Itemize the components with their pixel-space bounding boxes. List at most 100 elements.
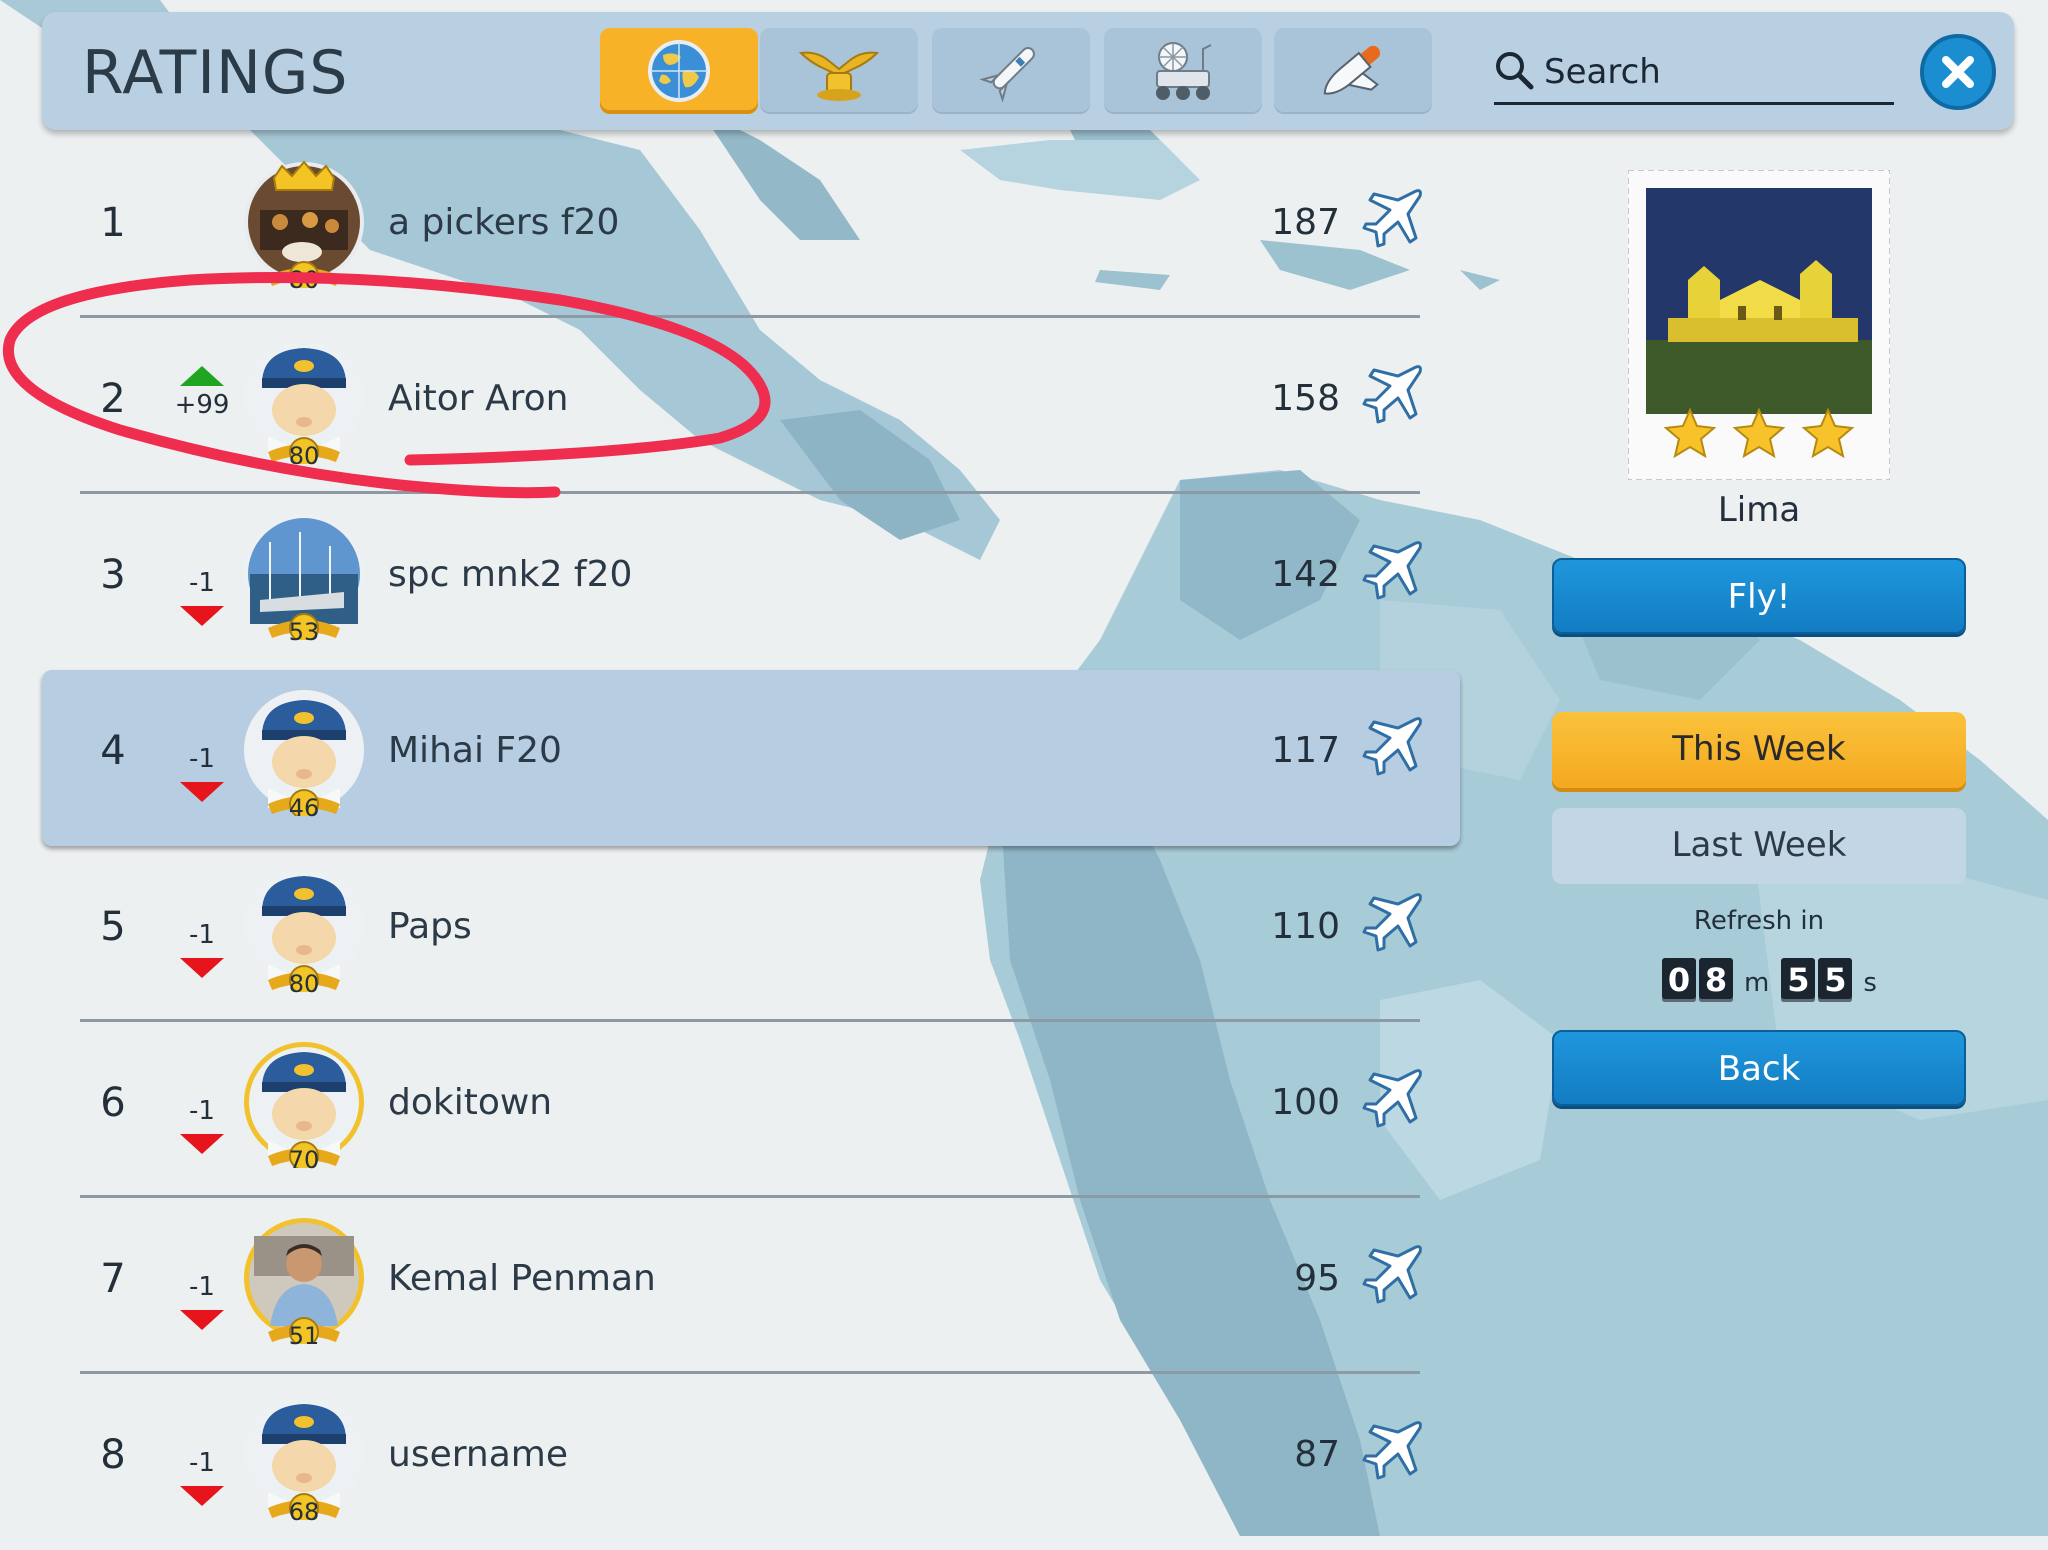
arrow-up-icon xyxy=(180,366,224,386)
tab-rocket[interactable] xyxy=(932,28,1090,114)
player-name: a pickers f20 xyxy=(388,202,620,243)
rank-number: 1 xyxy=(100,200,126,246)
search-icon xyxy=(1496,52,1534,90)
airplane-icon xyxy=(1362,893,1422,952)
rank-change-value: -1 xyxy=(189,920,215,950)
header-bar: RATINGS Search xyxy=(42,12,2014,130)
back-button[interactable]: Back xyxy=(1552,1030,1966,1106)
leaderboard-row[interactable]: 6 -1 dokitown 100 xyxy=(0,1022,1460,1198)
arrow-down-icon xyxy=(180,958,224,978)
player-name: Paps xyxy=(388,906,472,947)
rank-number: 4 xyxy=(100,728,126,774)
city-stamp xyxy=(1628,170,1890,480)
rank-change-value: +99 xyxy=(174,390,230,420)
rank-change: -1 xyxy=(170,920,234,978)
airplane-icon xyxy=(1362,365,1422,424)
rank-change-value: -1 xyxy=(189,1272,215,1302)
tab-pilot[interactable] xyxy=(760,28,918,114)
leaderboard-row[interactable]: 2 +99 Aitor Aron 158 xyxy=(0,318,1460,494)
rover-icon xyxy=(1156,42,1212,100)
airplane-icon xyxy=(1362,1069,1422,1128)
this-week-tab[interactable]: This Week xyxy=(1552,712,1966,788)
search-input[interactable]: Search xyxy=(1544,52,1661,92)
arrow-down-icon xyxy=(180,1486,224,1506)
tab-world[interactable] xyxy=(600,28,758,114)
leaderboard-row[interactable]: 3 -1 spc mnk2 f20 142 xyxy=(0,494,1460,670)
leaderboard-row[interactable]: 7 -1 Kemal Penman 95 xyxy=(0,1198,1460,1374)
rank-number: 2 xyxy=(100,376,126,422)
rank-change: -1 xyxy=(170,1448,234,1506)
airplane-icon xyxy=(1362,1245,1422,1304)
timer-digit: 8 xyxy=(1699,958,1733,1002)
airplane-icon xyxy=(1362,189,1422,248)
rank-change-value: -1 xyxy=(189,1096,215,1126)
pilot-wings-icon xyxy=(798,51,880,101)
timer-unit: m xyxy=(1744,968,1770,998)
leaderboard-row[interactable]: 8 -1 username 87 xyxy=(0,1374,1460,1550)
player-name: Kemal Penman xyxy=(388,1258,656,1299)
rank-change: -1 xyxy=(170,568,234,626)
player-score: 110 xyxy=(1271,906,1340,947)
fly-button[interactable]: Fly! xyxy=(1552,558,1966,634)
tab-shuttle[interactable] xyxy=(1274,28,1432,114)
leaderboard-row-current-player[interactable]: 4 -1 Mihai F20 117 xyxy=(42,670,1460,846)
last-week-tab[interactable]: Last Week xyxy=(1552,808,1966,884)
rank-number: 8 xyxy=(100,1432,126,1478)
rank-number: 6 xyxy=(100,1080,126,1126)
rank-change: -1 xyxy=(170,1096,234,1154)
arrow-down-icon xyxy=(180,1310,224,1330)
rocket-icon xyxy=(979,47,1035,103)
rank-change-value: -1 xyxy=(189,1448,215,1478)
airplane-icon xyxy=(1362,541,1422,600)
player-score: 100 xyxy=(1271,1082,1340,1123)
timer-digit: 5 xyxy=(1781,958,1816,1002)
timer-unit: s xyxy=(1863,968,1877,998)
player-score: 142 xyxy=(1271,554,1340,595)
page-title: RATINGS xyxy=(82,38,349,108)
globe-icon xyxy=(648,40,710,102)
player-score: 87 xyxy=(1294,1434,1340,1475)
rank-change-value: -1 xyxy=(189,744,215,774)
level-badge: 80 xyxy=(288,970,320,998)
leaderboard-row[interactable]: 5 -1 Paps 110 xyxy=(0,846,1460,1022)
player-score: 95 xyxy=(1294,1258,1340,1299)
player-name: dokitown xyxy=(388,1082,553,1123)
tab-rover[interactable] xyxy=(1104,28,1262,114)
level-badge: 46 xyxy=(288,794,320,822)
player-name: Aitor Aron xyxy=(388,378,569,419)
rank-change: +99 xyxy=(170,366,234,420)
arrow-down-icon xyxy=(180,1134,224,1154)
leaderboard-row[interactable]: 1 a pickers f20 187 xyxy=(0,142,1460,318)
city-name: Lima xyxy=(1717,490,1801,530)
level-badge: 51 xyxy=(288,1322,320,1350)
refresh-timer: 0 8 m 5 5 s xyxy=(1662,954,1889,1002)
rank-change: -1 xyxy=(170,744,234,802)
airplane-icon xyxy=(1362,1421,1422,1480)
search-field[interactable]: Search xyxy=(1494,42,1894,105)
level-badge: 68 xyxy=(288,1498,320,1526)
airplane-icon xyxy=(1362,717,1422,776)
rank-number: 7 xyxy=(100,1256,126,1302)
timer-digit: 0 xyxy=(1662,958,1696,1002)
level-badge: 80 xyxy=(288,442,320,470)
close-button[interactable] xyxy=(1920,34,1996,110)
player-name: username xyxy=(388,1434,568,1475)
player-score: 117 xyxy=(1271,730,1340,771)
player-score: 187 xyxy=(1271,202,1340,243)
rank-number: 3 xyxy=(100,552,126,598)
arrow-down-icon xyxy=(180,606,224,626)
level-badge: 80 xyxy=(288,266,320,294)
refresh-label: Refresh in xyxy=(1693,906,1825,936)
player-name: Mihai F20 xyxy=(388,730,562,771)
space-shuttle-icon xyxy=(1323,45,1381,95)
close-icon xyxy=(1942,56,1974,88)
timer-digit: 5 xyxy=(1818,958,1853,1002)
rank-change: -1 xyxy=(170,1272,234,1330)
rank-number: 5 xyxy=(100,904,126,950)
level-badge: 53 xyxy=(288,618,320,646)
level-badge: 70 xyxy=(288,1146,320,1174)
player-score: 158 xyxy=(1271,378,1340,419)
rank-change-value: -1 xyxy=(189,568,215,598)
arrow-down-icon xyxy=(180,782,224,802)
player-name: spc mnk2 f20 xyxy=(388,554,633,595)
